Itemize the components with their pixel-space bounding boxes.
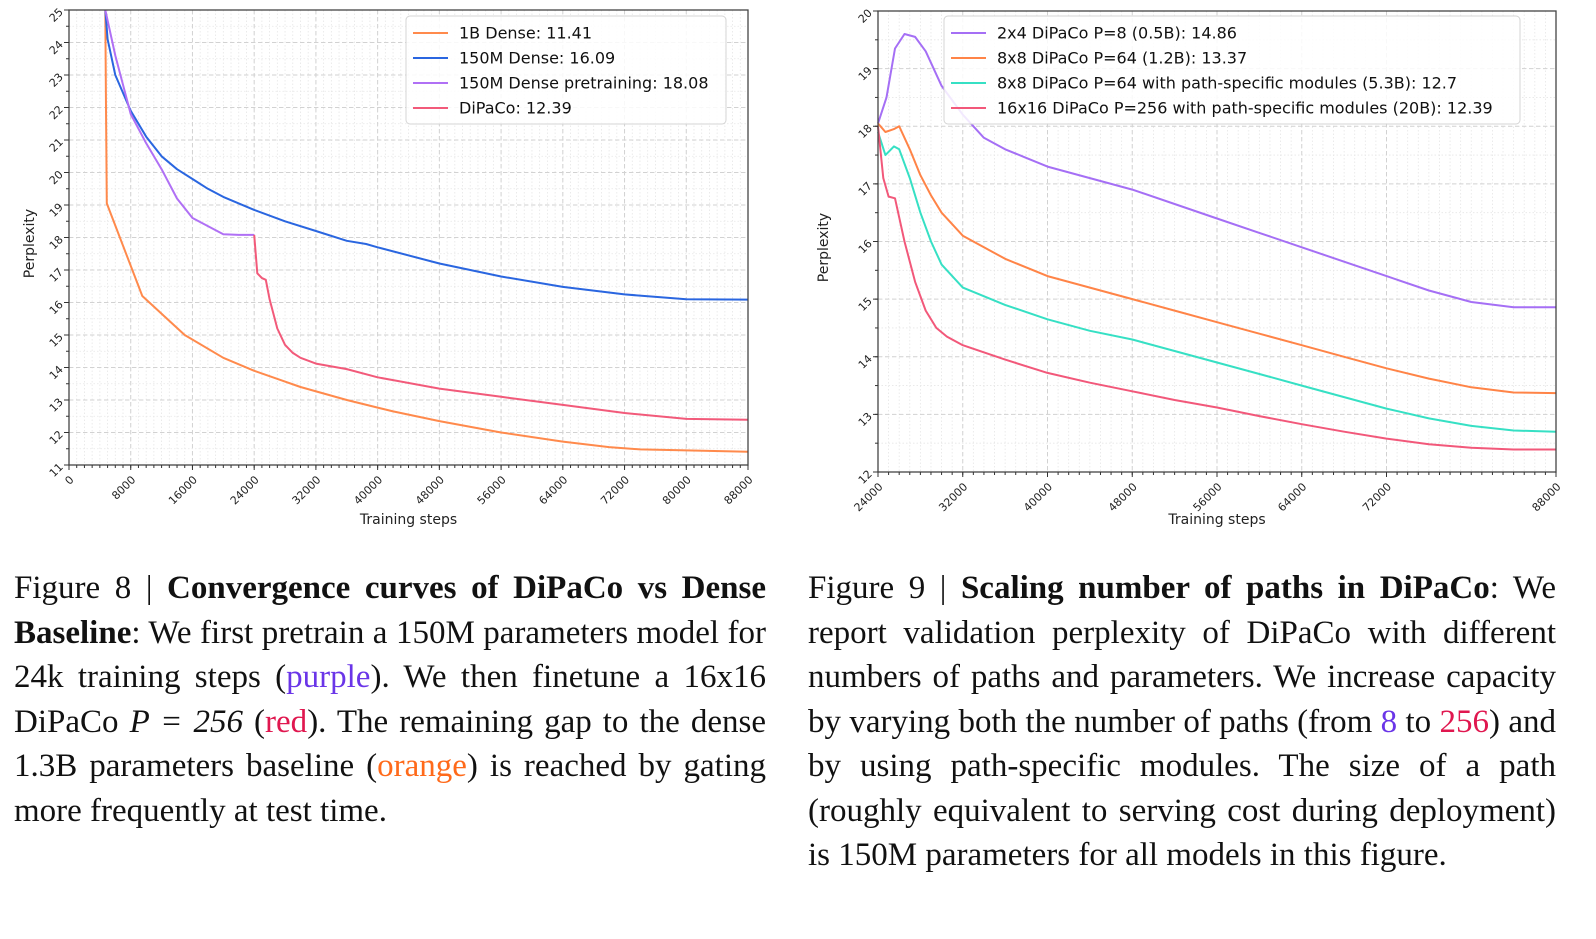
red-number: 256 <box>1439 703 1490 740</box>
x-tick-label: 0 <box>62 473 76 487</box>
y-tick-label: 20 <box>856 7 875 26</box>
x-tick-label: 48000 <box>1106 480 1140 514</box>
figure-8-label: Figure 8 | <box>14 570 168 606</box>
x-tick-label: 48000 <box>413 473 447 507</box>
orange-word: orange <box>377 748 467 784</box>
x-tick-label: 32000 <box>290 473 324 507</box>
y-tick-label: 13 <box>856 410 875 429</box>
x-tick-label: 24000 <box>852 480 886 514</box>
y-tick-label: 25 <box>47 6 66 25</box>
x-tick-label: 24000 <box>228 473 262 507</box>
x-tick-label: 8000 <box>109 473 138 502</box>
legend-label: 16x16 DiPaCo P=256 with path-specific mo… <box>997 99 1493 118</box>
y-tick-label: 23 <box>47 71 66 90</box>
y-tick-label: 18 <box>856 122 875 141</box>
red-word: red <box>265 703 308 740</box>
y-tick-label: 16 <box>47 298 66 317</box>
y-tick-label: 15 <box>47 331 66 350</box>
y-tick-label: 24 <box>47 38 66 57</box>
legend-label: DiPaCo: 12.39 <box>459 99 572 118</box>
figure-8-caption: Figure 8 | Convergence curves of DiPaCo … <box>14 566 766 833</box>
fig9-chart: 24000 32000 40000 48000 56000 64000 72000 88000… <box>816 7 1564 528</box>
figure-9-caption: Figure 9 | Scaling number of paths in Di… <box>808 566 1556 878</box>
figures-canvas: 0 8000 16000 24000 32000 40000 48000 56000 64000… <box>22 6 1564 528</box>
x-tick-label: 72000 <box>1360 480 1394 514</box>
x-tick-label: 88000 <box>1530 480 1564 514</box>
legend-label: 150M Dense: 16.09 <box>459 49 615 68</box>
y-tick-label: 21 <box>47 136 66 155</box>
y-tick-label: 17 <box>856 180 875 199</box>
purple-word: purple <box>286 659 371 695</box>
y-tick-label: 22 <box>47 103 66 122</box>
x-tick-label: 56000 <box>475 473 509 507</box>
x-axis-label: Training steps <box>1167 512 1265 528</box>
x-tick-label: 56000 <box>1191 480 1225 514</box>
math-expression: P = 256 <box>129 703 243 740</box>
y-tick-label: 17 <box>47 266 66 285</box>
y-tick-label: 12 <box>47 428 66 447</box>
y-axis-label: Perplexity <box>22 209 38 278</box>
y-tick-label: 14 <box>47 363 66 382</box>
x-tick-label: 32000 <box>936 480 970 514</box>
y-tick-label: 13 <box>47 396 66 415</box>
figure-9-title: Scaling number of paths in DiPaCo <box>960 570 1490 606</box>
y-tick-label: 19 <box>856 64 875 83</box>
legend-label: 2x4 DiPaCo P=8 (0.5B): 14.86 <box>997 24 1237 43</box>
y-tick-label: 20 <box>47 168 66 187</box>
caption-text: to <box>1397 703 1440 740</box>
y-tick-label: 18 <box>47 233 66 252</box>
x-axis-label: Training steps <box>359 512 457 528</box>
purple-number: 8 <box>1380 703 1398 740</box>
legend-label: 150M Dense pretraining: 18.08 <box>459 74 709 93</box>
y-tick-label: 16 <box>856 237 875 256</box>
legend: 2x4 DiPaCo P=8 (0.5B): 14.86 8x8 DiPaCo P… <box>943 15 1521 125</box>
x-tick-label: 16000 <box>166 473 200 507</box>
x-tick-label: 80000 <box>660 473 694 507</box>
x-tick-label: 40000 <box>1021 480 1055 514</box>
y-tick-label: 14 <box>856 352 875 371</box>
y-tick-label: 19 <box>47 201 66 220</box>
legend: 1B Dense: 11.41 150M Dense: 16.09 150M Den… <box>405 15 727 125</box>
legend-label: 8x8 DiPaCo P=64 (1.2B): 13.37 <box>997 49 1247 68</box>
x-tick-label: 64000 <box>536 473 570 507</box>
x-tick-label: 72000 <box>598 473 632 507</box>
y-axis-label: Perplexity <box>816 213 832 282</box>
figure-9-label: Figure 9 | <box>808 570 961 606</box>
legend-label: 8x8 DiPaCo P=64 with path-specific modul… <box>997 74 1457 93</box>
legend-label: 1B Dense: 11.41 <box>459 24 592 43</box>
x-tick-label: 64000 <box>1275 480 1309 514</box>
y-tick-label: 15 <box>856 295 875 314</box>
x-tick-label: 88000 <box>722 473 756 507</box>
fig8-chart: 0 8000 16000 24000 32000 40000 48000 56000 64000… <box>22 6 756 528</box>
x-tick-label: 40000 <box>351 473 385 507</box>
caption-text: ( <box>243 703 266 740</box>
